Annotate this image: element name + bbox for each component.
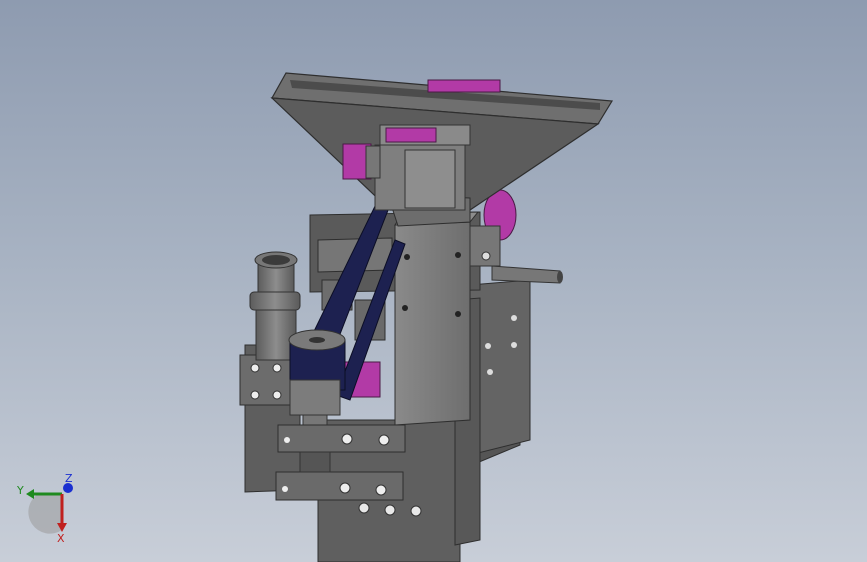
graphics-viewport[interactable]: Y X Z	[0, 0, 867, 562]
y-axis-label: Y	[16, 484, 24, 497]
y-axis-arrow-icon	[26, 489, 34, 499]
cad-model-assembly[interactable]	[0, 0, 867, 562]
triad-sphere	[28, 494, 62, 534]
orientation-triad[interactable]: Y X Z	[10, 468, 90, 548]
drive-motor	[469, 189, 563, 284]
x-axis-label: X	[57, 532, 65, 545]
central-housing	[394, 211, 480, 426]
z-axis-label: Z	[65, 472, 73, 485]
